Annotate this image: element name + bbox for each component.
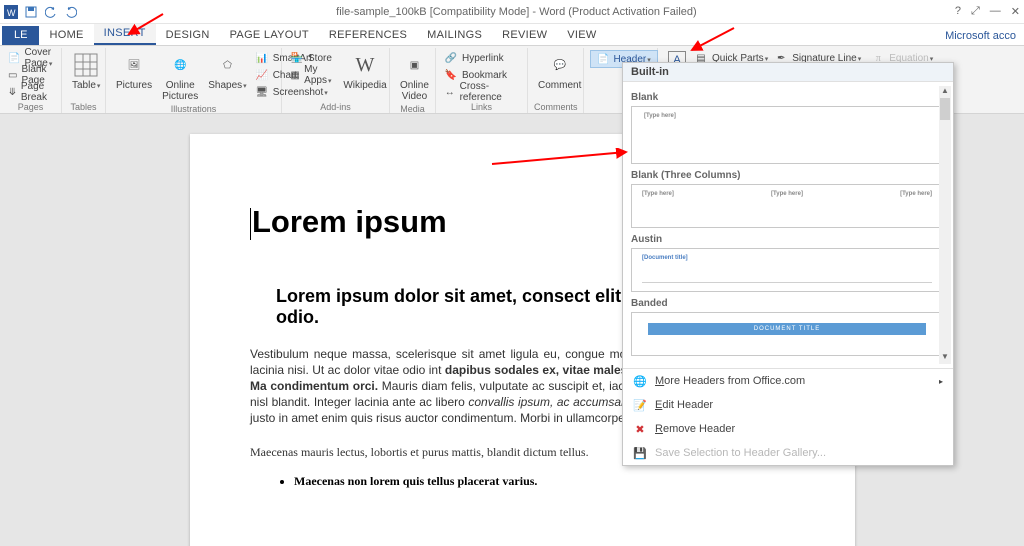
bookmark-icon: 🔖 [444, 68, 458, 82]
tab-design[interactable]: DESIGN [156, 26, 220, 45]
gallery-item-austin[interactable]: [Document title] [631, 248, 943, 292]
annotation-arrow-gallery [490, 148, 630, 168]
video-icon: ▣ [400, 51, 428, 79]
wikipedia-icon: W [351, 51, 379, 79]
wikipedia-button[interactable]: WWikipedia [339, 50, 390, 92]
pictures-icon: 🖼 [120, 51, 148, 79]
remove-header-icon: ✖ [633, 422, 647, 436]
annotation-arrow-insert [125, 12, 165, 38]
comment-icon: 💬 [546, 51, 574, 79]
page-break-button[interactable]: ⤋Page Break [6, 84, 56, 100]
online-pictures-icon: 🌐 [166, 51, 194, 79]
group-addins-label: Add-ins [288, 102, 383, 112]
crossref-icon: ↔ [444, 85, 456, 99]
ribbon-display-icon[interactable]: ⤢ [971, 5, 980, 18]
office-icon: 🌐 [633, 374, 647, 388]
online-video-button[interactable]: ▣Online Video [396, 50, 433, 103]
tab-review[interactable]: REVIEW [492, 26, 557, 45]
undo-icon[interactable] [44, 5, 58, 19]
edit-header-icon: 📝 [633, 398, 647, 412]
account-link[interactable]: Microsoft acco [939, 27, 1022, 45]
gallery-scrollbar[interactable]: ▲ ▼ [939, 86, 951, 364]
minimize-icon[interactable]: — [990, 5, 1001, 18]
chevron-right-icon: ▸ [939, 377, 943, 386]
redo-icon[interactable] [64, 5, 78, 19]
save-selection-link: 💾Save Selection to Header Gallery... [623, 441, 953, 465]
window-title: file-sample_100kB [Compatibility Mode] -… [78, 6, 955, 18]
remove-header-link[interactable]: ✖Remove Header [623, 417, 953, 441]
scroll-down-icon[interactable]: ▼ [939, 352, 951, 364]
myapps-button[interactable]: ▦My Apps [288, 67, 337, 83]
group-media-label: Media [396, 104, 429, 114]
doc-list-item[interactable]: Maecenas non lorem quis tellus placerat … [294, 474, 795, 489]
help-icon[interactable]: ? [955, 5, 961, 18]
more-headers-link[interactable]: 🌐MMore Headers from Office.comore Header… [623, 369, 953, 393]
header-icon: 📄 [597, 54, 609, 65]
group-pages-label: Pages [6, 102, 55, 112]
chart-icon: 📈 [255, 68, 269, 82]
close-icon[interactable]: ✕ [1011, 5, 1020, 18]
smartart-icon: 📊 [255, 51, 269, 65]
tab-page-layout[interactable]: PAGE LAYOUT [220, 26, 319, 45]
group-links-label: Links [442, 102, 521, 112]
word-app-icon: W [4, 5, 18, 19]
group-comments-label: Comments [534, 102, 577, 112]
tab-view[interactable]: VIEW [557, 26, 606, 45]
crossref-button[interactable]: ↔Cross-reference [442, 84, 521, 100]
group-illustrations-label: Illustrations [112, 104, 275, 114]
scroll-up-icon[interactable]: ▲ [939, 86, 951, 98]
hyperlink-icon: 🔗 [444, 51, 458, 65]
scroll-thumb[interactable] [940, 98, 950, 120]
gallery-section-label: Built-in [623, 63, 953, 82]
online-pictures-button[interactable]: 🌐Online Pictures [158, 50, 202, 103]
gallery-item-blank[interactable]: [Type here] [631, 106, 943, 164]
gallery-cat-austin: Austin [631, 234, 943, 245]
shapes-button[interactable]: ⬠Shapes [204, 50, 250, 93]
svg-text:W: W [7, 8, 16, 18]
header-gallery-popup: Built-in Blank [Type here] Blank (Three … [622, 62, 954, 466]
tab-mailings[interactable]: MAILINGS [417, 26, 492, 45]
page-break-icon: ⤋ [8, 85, 17, 99]
table-icon [72, 51, 100, 79]
save-gallery-icon: 💾 [633, 446, 647, 460]
apps-icon: ▦ [290, 68, 300, 82]
pictures-button[interactable]: 🖼Pictures [112, 50, 156, 92]
group-tables-label: Tables [68, 102, 99, 112]
gallery-cat-three: Blank (Three Columns) [631, 170, 943, 181]
gallery-cat-banded: Banded [631, 298, 943, 309]
annotation-arrow-header [688, 26, 736, 54]
edit-header-link[interactable]: 📝Edit Header [623, 393, 953, 417]
tab-references[interactable]: REFERENCES [319, 26, 417, 45]
save-icon[interactable] [24, 5, 38, 19]
hyperlink-button[interactable]: 🔗Hyperlink [442, 50, 521, 66]
gallery-item-three-columns[interactable]: [Type here][Type here][Type here] [631, 184, 943, 228]
store-icon: 🏪 [290, 51, 304, 65]
gallery-cat-blank: Blank [631, 92, 943, 103]
gallery-item-banded[interactable]: DOCUMENT TITLE [631, 312, 943, 356]
blank-page-icon: ▭ [8, 68, 17, 82]
comment-button[interactable]: 💬Comment [534, 50, 585, 92]
screenshot-icon: 🖥 [255, 85, 269, 99]
table-button[interactable]: Table [68, 50, 104, 93]
cover-page-icon: 📄 [8, 51, 20, 65]
shapes-icon: ⬠ [213, 51, 241, 79]
tab-home[interactable]: HOME [39, 26, 93, 45]
tab-file[interactable]: LE [2, 26, 39, 45]
